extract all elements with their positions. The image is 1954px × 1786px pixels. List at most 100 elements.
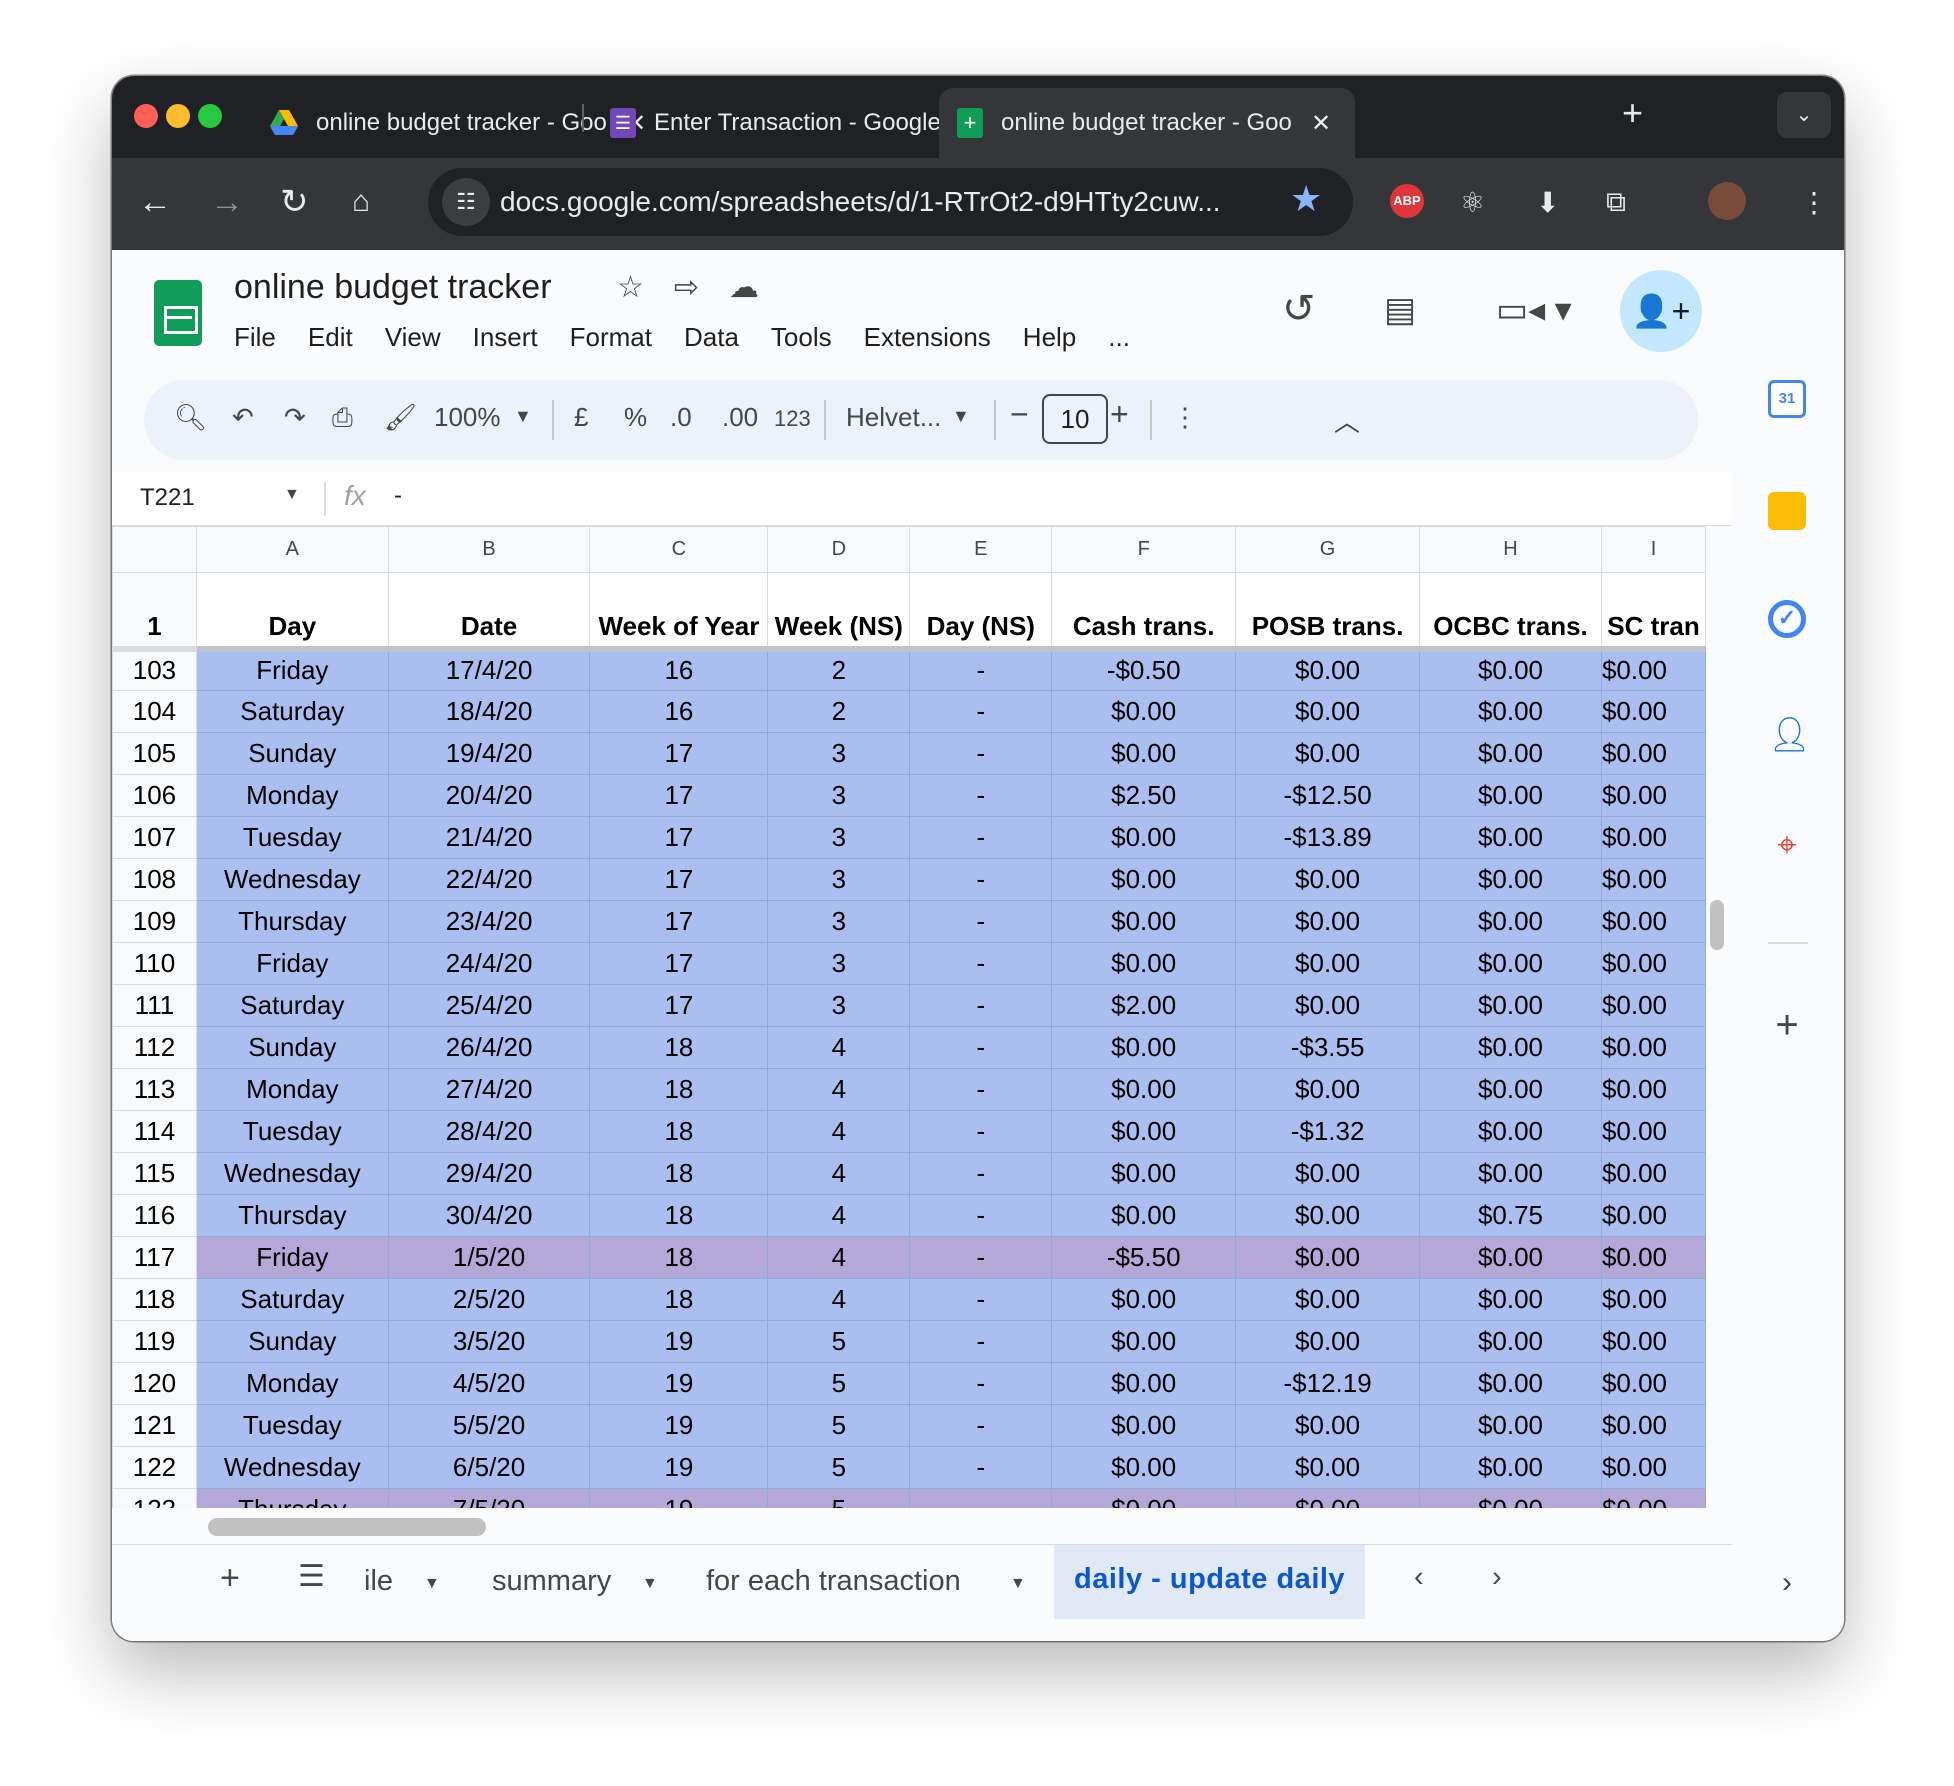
- cell-cash[interactable]: $0.00: [1051, 1026, 1237, 1069]
- cell-posb[interactable]: $0.00: [1235, 942, 1421, 985]
- increase-font-size-button[interactable]: +: [1110, 396, 1129, 433]
- row-number[interactable]: 105: [112, 732, 197, 775]
- cloud-status-icon[interactable]: ☁: [729, 270, 759, 305]
- cell-week[interactable]: 18: [589, 1110, 769, 1153]
- select-all-corner[interactable]: [112, 526, 197, 573]
- cell-wns[interactable]: 5: [767, 1446, 911, 1489]
- cell-week[interactable]: 16: [589, 690, 769, 733]
- header-cell[interactable]: Date: [387, 572, 591, 652]
- column-header-F[interactable]: F: [1051, 526, 1237, 573]
- cell-ocbc[interactable]: $0.00: [1419, 984, 1602, 1027]
- cell-day[interactable]: Sunday: [195, 732, 389, 775]
- scroll-tabs-right-icon[interactable]: ›: [1492, 1561, 1502, 1594]
- cell-wns[interactable]: 3: [767, 858, 911, 901]
- cell-sc[interactable]: $0.00: [1600, 1488, 1706, 1508]
- column-header-H[interactable]: H: [1419, 526, 1602, 573]
- cell-date[interactable]: 4/5/20: [387, 1362, 591, 1405]
- cell-dns[interactable]: -: [909, 1320, 1053, 1363]
- cell-cash[interactable]: $2.00: [1051, 984, 1237, 1027]
- cell-ocbc[interactable]: $0.00: [1419, 1320, 1602, 1363]
- cell-sc[interactable]: $0.00: [1600, 1404, 1706, 1447]
- cell-posb[interactable]: $0.00: [1235, 1404, 1421, 1447]
- column-header-A[interactable]: A: [195, 526, 389, 573]
- cell-ocbc[interactable]: $0.00: [1419, 1278, 1602, 1321]
- cell-wns[interactable]: 4: [767, 1278, 911, 1321]
- print-icon[interactable]: ⎙: [332, 402, 353, 434]
- row-number[interactable]: 110: [112, 942, 197, 985]
- cell-wns[interactable]: 4: [767, 1194, 911, 1237]
- cell-day[interactable]: Saturday: [195, 984, 389, 1027]
- row-number[interactable]: 119: [112, 1320, 197, 1363]
- cell-week[interactable]: 17: [589, 858, 769, 901]
- cell-week[interactable]: 19: [589, 1320, 769, 1363]
- cell-sc[interactable]: $0.00: [1600, 984, 1706, 1027]
- cell-wns[interactable]: 3: [767, 774, 911, 817]
- menu-insert[interactable]: Insert: [473, 322, 538, 353]
- cell-sc[interactable]: $0.00: [1600, 1362, 1706, 1405]
- sheets-home-logo[interactable]: [154, 280, 202, 346]
- cell-week[interactable]: 19: [589, 1446, 769, 1489]
- cell-wns[interactable]: 5: [767, 1320, 911, 1363]
- cell-sc[interactable]: $0.00: [1600, 1320, 1706, 1363]
- cell-cash[interactable]: $0.00: [1051, 1278, 1237, 1321]
- calendar-icon[interactable]: 31: [1768, 380, 1806, 418]
- cell-date[interactable]: 18/4/20: [387, 690, 591, 733]
- cell-sc[interactable]: $0.00: [1600, 648, 1706, 691]
- cell-ocbc[interactable]: $0.00: [1419, 1152, 1602, 1195]
- cell-cash[interactable]: $0.00: [1051, 732, 1237, 775]
- row-number[interactable]: 117: [112, 1236, 197, 1279]
- profile-avatar[interactable]: [1708, 182, 1746, 220]
- cell-ocbc[interactable]: $0.00: [1419, 732, 1602, 775]
- row-number[interactable]: 120: [112, 1362, 197, 1405]
- row-number[interactable]: 115: [112, 1152, 197, 1195]
- sheet-tab-partial[interactable]: ile: [364, 1565, 393, 1598]
- cell-wns[interactable]: 4: [767, 1152, 911, 1195]
- site-info-icon[interactable]: ☷: [442, 178, 490, 226]
- row-number[interactable]: 107: [112, 816, 197, 859]
- new-tab-button[interactable]: +: [1622, 92, 1643, 134]
- cell-cash[interactable]: $0.00: [1051, 942, 1237, 985]
- zoom-select[interactable]: 100%: [434, 402, 501, 433]
- cell-posb[interactable]: -$3.55: [1235, 1026, 1421, 1069]
- cell-posb[interactable]: $0.00: [1235, 1152, 1421, 1195]
- cell-cash[interactable]: $0.00: [1051, 1488, 1237, 1508]
- column-header-E[interactable]: E: [909, 526, 1053, 573]
- row-number[interactable]: 111: [112, 984, 197, 1027]
- cell-ocbc[interactable]: $0.00: [1419, 1488, 1602, 1508]
- extensions-puzzle-icon[interactable]: ⧉: [1606, 186, 1626, 219]
- cell-ocbc[interactable]: $0.00: [1419, 1404, 1602, 1447]
- menu-data[interactable]: Data: [684, 322, 739, 353]
- cell-cash[interactable]: $0.00: [1051, 858, 1237, 901]
- cell-week[interactable]: 16: [589, 648, 769, 691]
- close-tab-icon[interactable]: ✕: [1311, 109, 1331, 138]
- cell-wns[interactable]: 2: [767, 690, 911, 733]
- cell-posb[interactable]: $0.00: [1235, 1194, 1421, 1237]
- cell-sc[interactable]: $0.00: [1600, 732, 1706, 775]
- header-cell[interactable]: Week (NS): [767, 572, 911, 652]
- cell-sc[interactable]: $0.00: [1600, 1278, 1706, 1321]
- cell-day[interactable]: Sunday: [195, 1026, 389, 1069]
- zoom-window-button[interactable]: [198, 104, 222, 128]
- cell-date[interactable]: 22/4/20: [387, 858, 591, 901]
- cell-date[interactable]: 21/4/20: [387, 816, 591, 859]
- cell-date[interactable]: 19/4/20: [387, 732, 591, 775]
- share-button[interactable]: 👤+: [1620, 270, 1702, 352]
- cell-date[interactable]: 5/5/20: [387, 1404, 591, 1447]
- more-menu-icon[interactable]: ⋮: [1800, 186, 1828, 219]
- menu-help[interactable]: Help: [1023, 322, 1076, 353]
- cell-dns[interactable]: -: [909, 648, 1053, 691]
- chevron-down-icon[interactable]: ▼: [642, 1575, 658, 1593]
- cell-cash[interactable]: $0.00: [1051, 1194, 1237, 1237]
- cell-sc[interactable]: $0.00: [1600, 1152, 1706, 1195]
- cell-dns[interactable]: -: [909, 858, 1053, 901]
- cell-date[interactable]: 3/5/20: [387, 1320, 591, 1363]
- cell-sc[interactable]: $0.00: [1600, 816, 1706, 859]
- cell-wns[interactable]: 4: [767, 1236, 911, 1279]
- cell-date[interactable]: 23/4/20: [387, 900, 591, 943]
- get-addons-icon[interactable]: +: [1768, 1005, 1806, 1045]
- cell-posb[interactable]: $0.00: [1235, 1278, 1421, 1321]
- cell-date[interactable]: 2/5/20: [387, 1278, 591, 1321]
- minimize-window-button[interactable]: [166, 104, 190, 128]
- cell-cash[interactable]: $0.00: [1051, 690, 1237, 733]
- row-number[interactable]: 1: [112, 572, 197, 652]
